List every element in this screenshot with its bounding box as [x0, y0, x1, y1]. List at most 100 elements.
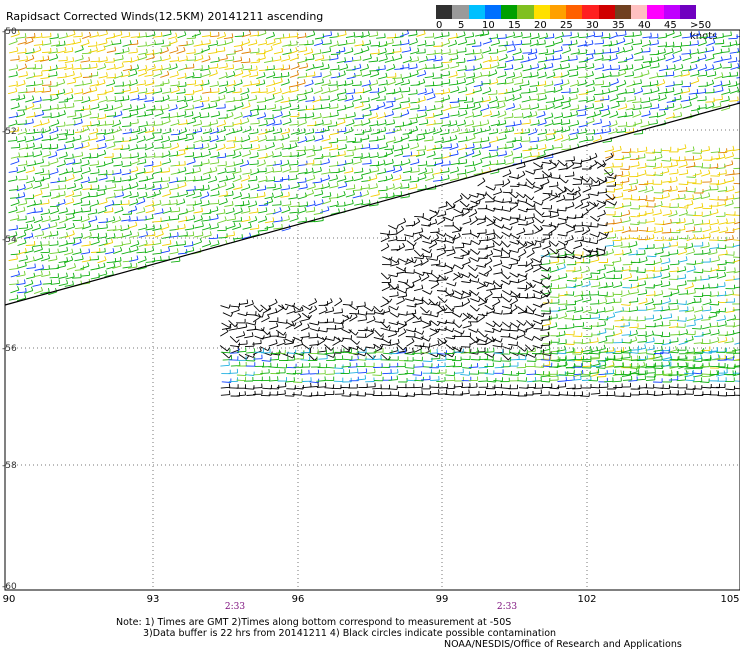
- wind-barb: [218, 84, 228, 87]
- wind-barb-tick: [351, 94, 354, 100]
- wind-barb-tick: [159, 184, 162, 189]
- wind-barb-tick: [344, 175, 347, 180]
- wind-barb-tick: [472, 32, 475, 37]
- wind-barb: [199, 100, 210, 103]
- wind-barb-tick: [552, 49, 555, 54]
- wind-barb: [368, 116, 378, 120]
- wind-barb-tick: [385, 72, 388, 77]
- wind-barb-tick: [88, 248, 91, 253]
- wind-barb-tick: [79, 238, 82, 243]
- wind-barb: [376, 115, 386, 120]
- wind-barb-tick: [231, 33, 234, 38]
- wind-barb: [320, 67, 330, 71]
- wind-barb: [137, 56, 147, 61]
- wind-barb-tick: [473, 127, 476, 132]
- wind-barb: [361, 172, 371, 176]
- wind-barb: [370, 132, 380, 135]
- wind-barb-tick: [200, 119, 203, 125]
- wind-barb: [636, 319, 646, 322]
- wind-barb-tick: [200, 127, 203, 132]
- wind-barb: [17, 202, 27, 206]
- wind-barb: [622, 276, 632, 280]
- wind-barb: [354, 133, 364, 136]
- wind-barb-tick: [327, 63, 330, 69]
- wind-barb-tick: [543, 63, 547, 68]
- wind-barb: [162, 131, 172, 135]
- wind-barb: [393, 164, 403, 167]
- wind-barb: [682, 57, 692, 62]
- wind-barb-tick: [609, 127, 612, 132]
- wind-barb: [678, 172, 688, 176]
- wind-barb-tick: [562, 95, 565, 100]
- wind-barb: [90, 276, 100, 280]
- wind-barb-tick: [600, 118, 603, 123]
- wind-barb-tick: [297, 151, 300, 156]
- wind-barb: [18, 74, 28, 78]
- wind-barb: [298, 187, 308, 190]
- wind-barb-tick: [65, 63, 67, 68]
- wind-barb-tick: [34, 263, 36, 268]
- wind-barb: [386, 76, 396, 78]
- wind-barb-tick: [144, 152, 147, 157]
- wind-barb: [704, 83, 714, 87]
- wind-barb: [622, 188, 632, 192]
- wind-barb-tick: [351, 167, 354, 172]
- wind-barb: [329, 44, 339, 48]
- wind-barb: [566, 279, 576, 282]
- wind-barb-tick: [701, 314, 704, 319]
- wind-barb-tick: [720, 80, 723, 85]
- wind-barb: [545, 101, 555, 103]
- wind-barb-tick: [81, 45, 84, 50]
- wind-barb: [322, 123, 332, 126]
- wind-barb-tick: [416, 135, 419, 140]
- wind-barb-tick: [648, 40, 652, 45]
- wind-barb: [577, 83, 587, 86]
- wind-barb-tick: [447, 113, 450, 118]
- wind-barb-tick: [32, 166, 35, 171]
- wind-barb-tick: [256, 128, 259, 133]
- wind-barb: [537, 75, 547, 79]
- wind-barb-tick: [225, 175, 229, 180]
- wind-barb-tick: [576, 71, 579, 76]
- wind-barb-tick: [119, 246, 123, 251]
- wind-barb: [73, 155, 83, 158]
- wind-barb: [425, 67, 435, 69]
- wind-barb: [129, 235, 139, 238]
- wind-barb: [122, 107, 132, 111]
- wind-barb-tick: [249, 30, 252, 35]
- wind-barb: [153, 138, 163, 142]
- wind-barb: [512, 88, 522, 93]
- wind-barb-tick: [200, 95, 203, 100]
- wind-barb: [369, 147, 379, 150]
- wind-barb-tick: [416, 89, 418, 94]
- wind-barb-tick: [352, 190, 355, 195]
- wind-barb: [104, 156, 114, 158]
- wind-barb: [677, 147, 687, 151]
- wind-barb: [359, 67, 369, 72]
- wind-barb-tick: [264, 185, 267, 190]
- wind-barb-tick: [40, 241, 42, 246]
- wind-barb: [329, 88, 339, 93]
- wind-barb-tick: [441, 55, 443, 60]
- wind-barb: [594, 83, 604, 86]
- wind-barb-tick: [118, 126, 122, 131]
- wind-barb-tick: [209, 39, 211, 44]
- wind-barb-tick: [586, 89, 589, 94]
- wind-barb: [416, 33, 426, 37]
- wind-barb: [560, 59, 570, 63]
- wind-barb-tick: [695, 64, 698, 69]
- wind-barb-tick: [144, 53, 148, 58]
- wind-barb: [656, 51, 666, 55]
- wind-barb-tick: [224, 153, 227, 158]
- wind-barb-tick: [184, 110, 187, 115]
- wind-barb-tick: [55, 255, 58, 260]
- wind-barb-tick: [56, 133, 59, 138]
- wind-barb: [178, 212, 188, 215]
- wind-barb-tick: [183, 149, 186, 154]
- wind-barb-tick: [23, 231, 27, 236]
- wind-barb: [629, 291, 639, 295]
- wind-barb-tick: [48, 208, 51, 213]
- wind-barb: [42, 36, 52, 38]
- wind-barb-tick: [424, 40, 427, 45]
- wind-barb-tick: [710, 306, 712, 311]
